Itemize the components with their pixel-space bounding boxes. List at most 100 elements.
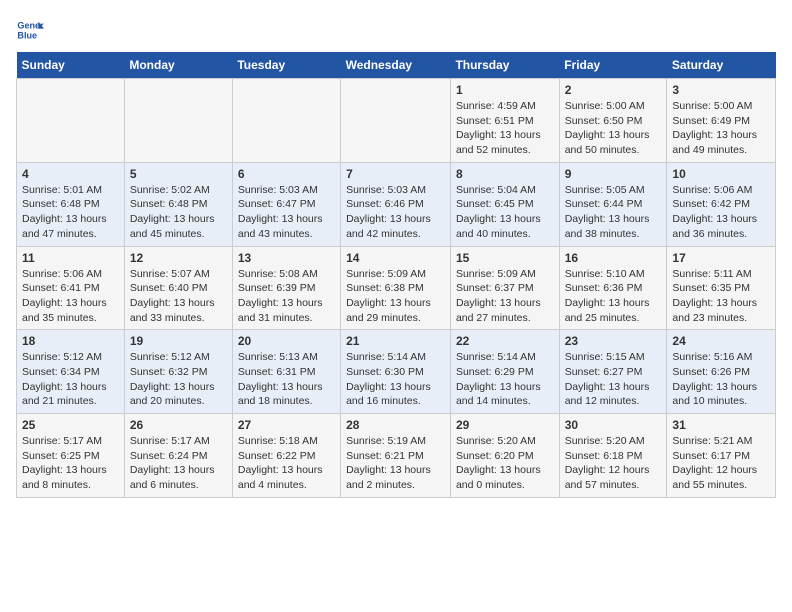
day-info: Sunrise: 5:20 AMSunset: 6:18 PMDaylight:…: [565, 434, 662, 493]
day-info: Sunrise: 5:04 AMSunset: 6:45 PMDaylight:…: [456, 183, 554, 242]
day-number: 31: [672, 418, 770, 432]
day-number: 3: [672, 83, 770, 97]
calendar-cell: 5Sunrise: 5:02 AMSunset: 6:48 PMDaylight…: [124, 162, 232, 246]
header-tuesday: Tuesday: [232, 52, 340, 79]
calendar-cell: 30 Sunrise: 5:20 AMSunset: 6:18 PMDayligh…: [559, 414, 667, 498]
day-number: 26: [130, 418, 227, 432]
day-number: 27: [238, 418, 335, 432]
calendar-cell: 1 Sunrise: 4:59 AMSunset: 6:51 PMDaylight…: [450, 79, 559, 163]
day-info: Sunrise: 5:09 AMSunset: 6:37 PMDaylight:…: [456, 267, 554, 326]
day-number: 20: [238, 334, 335, 348]
svg-text:Blue: Blue: [17, 30, 37, 40]
day-info: Sunrise: 5:08 AMSunset: 6:39 PMDaylight:…: [238, 267, 335, 326]
logo: General Blue: [16, 16, 44, 44]
day-info: Sunrise: 5:17 AMSunset: 6:25 PMDaylight:…: [22, 434, 119, 493]
calendar-cell: [232, 79, 340, 163]
calendar-cell: [17, 79, 125, 163]
calendar-cell: 21Sunrise: 5:14 AMSunset: 6:30 PMDayligh…: [341, 330, 451, 414]
day-info: Sunrise: 5:00 AMSunset: 6:49 PMDaylight:…: [672, 99, 770, 158]
day-info: Sunrise: 5:14 AMSunset: 6:29 PMDaylight:…: [456, 350, 554, 409]
day-info: Sunrise: 5:14 AMSunset: 6:30 PMDaylight:…: [346, 350, 445, 409]
day-number: 12: [130, 251, 227, 265]
day-info: Sunrise: 5:00 AMSunset: 6:50 PMDaylight:…: [565, 99, 662, 158]
calendar-table: SundayMondayTuesdayWednesdayThursdayFrid…: [16, 52, 776, 498]
calendar-cell: [341, 79, 451, 163]
day-info: Sunrise: 5:19 AMSunset: 6:21 PMDaylight:…: [346, 434, 445, 493]
calendar-cell: 14Sunrise: 5:09 AMSunset: 6:38 PMDayligh…: [341, 246, 451, 330]
calendar-cell: 31 Sunrise: 5:21 AMSunset: 6:17 PMDayligh…: [667, 414, 776, 498]
day-info: Sunrise: 5:13 AMSunset: 6:31 PMDaylight:…: [238, 350, 335, 409]
day-number: 28: [346, 418, 445, 432]
calendar-cell: 29Sunrise: 5:20 AMSunset: 6:20 PMDayligh…: [450, 414, 559, 498]
day-info: Sunrise: 5:06 AMSunset: 6:41 PMDaylight:…: [22, 267, 119, 326]
calendar-cell: 27Sunrise: 5:18 AMSunset: 6:22 PMDayligh…: [232, 414, 340, 498]
day-info: Sunrise: 4:59 AMSunset: 6:51 PMDaylight:…: [456, 99, 554, 158]
calendar-cell: 8 Sunrise: 5:04 AMSunset: 6:45 PMDaylight…: [450, 162, 559, 246]
calendar-cell: 7 Sunrise: 5:03 AMSunset: 6:46 PMDaylight…: [341, 162, 451, 246]
header-sunday: Sunday: [17, 52, 125, 79]
calendar-week-row: 18 Sunrise: 5:12 AMSunset: 6:34 PMDayligh…: [17, 330, 776, 414]
day-info: Sunrise: 5:10 AMSunset: 6:36 PMDaylight:…: [565, 267, 662, 326]
day-number: 16: [565, 251, 662, 265]
calendar-cell: 13 Sunrise: 5:08 AMSunset: 6:39 PMDayligh…: [232, 246, 340, 330]
header-wednesday: Wednesday: [341, 52, 451, 79]
day-number: 23: [565, 334, 662, 348]
header-saturday: Saturday: [667, 52, 776, 79]
calendar-cell: 6 Sunrise: 5:03 AMSunset: 6:47 PMDaylight…: [232, 162, 340, 246]
day-number: 17: [672, 251, 770, 265]
calendar-cell: 10 Sunrise: 5:06 AMSunset: 6:42 PMDayligh…: [667, 162, 776, 246]
calendar-cell: 28 Sunrise: 5:19 AMSunset: 6:21 PMDayligh…: [341, 414, 451, 498]
calendar-cell: 17 Sunrise: 5:11 AMSunset: 6:35 PMDayligh…: [667, 246, 776, 330]
day-info: Sunrise: 5:09 AMSunset: 6:38 PMDaylight:…: [346, 267, 445, 326]
calendar-cell: 23 Sunrise: 5:15 AMSunset: 6:27 PMDayligh…: [559, 330, 667, 414]
calendar-cell: [124, 79, 232, 163]
day-number: 13: [238, 251, 335, 265]
day-info: Sunrise: 5:03 AMSunset: 6:46 PMDaylight:…: [346, 183, 445, 242]
calendar-week-row: 4Sunrise: 5:01 AMSunset: 6:48 PMDaylight…: [17, 162, 776, 246]
day-info: Sunrise: 5:16 AMSunset: 6:26 PMDaylight:…: [672, 350, 770, 409]
day-info: Sunrise: 5:20 AMSunset: 6:20 PMDaylight:…: [456, 434, 554, 493]
day-number: 8: [456, 167, 554, 181]
day-number: 1: [456, 83, 554, 97]
day-info: Sunrise: 5:12 AMSunset: 6:32 PMDaylight:…: [130, 350, 227, 409]
calendar-cell: 24 Sunrise: 5:16 AMSunset: 6:26 PMDayligh…: [667, 330, 776, 414]
calendar-cell: 22 Sunrise: 5:14 AMSunset: 6:29 PMDayligh…: [450, 330, 559, 414]
calendar-week-row: 25 Sunrise: 5:17 AMSunset: 6:25 PMDayligh…: [17, 414, 776, 498]
day-number: 2: [565, 83, 662, 97]
day-number: 4: [22, 167, 119, 181]
calendar-cell: 4Sunrise: 5:01 AMSunset: 6:48 PMDaylight…: [17, 162, 125, 246]
calendar-cell: 16 Sunrise: 5:10 AMSunset: 6:36 PMDayligh…: [559, 246, 667, 330]
day-info: Sunrise: 5:03 AMSunset: 6:47 PMDaylight:…: [238, 183, 335, 242]
day-number: 6: [238, 167, 335, 181]
day-info: Sunrise: 5:15 AMSunset: 6:27 PMDaylight:…: [565, 350, 662, 409]
calendar-cell: 2 Sunrise: 5:00 AMSunset: 6:50 PMDaylight…: [559, 79, 667, 163]
header-thursday: Thursday: [450, 52, 559, 79]
day-number: 30: [565, 418, 662, 432]
calendar-header-row: SundayMondayTuesdayWednesdayThursdayFrid…: [17, 52, 776, 79]
header-friday: Friday: [559, 52, 667, 79]
calendar-cell: 3 Sunrise: 5:00 AMSunset: 6:49 PMDaylight…: [667, 79, 776, 163]
calendar-cell: 12 Sunrise: 5:07 AMSunset: 6:40 PMDayligh…: [124, 246, 232, 330]
calendar-week-row: 1 Sunrise: 4:59 AMSunset: 6:51 PMDaylight…: [17, 79, 776, 163]
day-info: Sunrise: 5:12 AMSunset: 6:34 PMDaylight:…: [22, 350, 119, 409]
day-number: 19: [130, 334, 227, 348]
calendar-cell: 15Sunrise: 5:09 AMSunset: 6:37 PMDayligh…: [450, 246, 559, 330]
day-info: Sunrise: 5:17 AMSunset: 6:24 PMDaylight:…: [130, 434, 227, 493]
day-number: 22: [456, 334, 554, 348]
page-header: General Blue: [16, 16, 776, 44]
day-number: 24: [672, 334, 770, 348]
day-number: 11: [22, 251, 119, 265]
calendar-cell: 25 Sunrise: 5:17 AMSunset: 6:25 PMDayligh…: [17, 414, 125, 498]
calendar-cell: 26 Sunrise: 5:17 AMSunset: 6:24 PMDayligh…: [124, 414, 232, 498]
calendar-cell: 18 Sunrise: 5:12 AMSunset: 6:34 PMDayligh…: [17, 330, 125, 414]
day-number: 7: [346, 167, 445, 181]
day-info: Sunrise: 5:07 AMSunset: 6:40 PMDaylight:…: [130, 267, 227, 326]
day-number: 10: [672, 167, 770, 181]
calendar-cell: 11 Sunrise: 5:06 AMSunset: 6:41 PMDayligh…: [17, 246, 125, 330]
day-info: Sunrise: 5:21 AMSunset: 6:17 PMDaylight:…: [672, 434, 770, 493]
day-number: 25: [22, 418, 119, 432]
day-info: Sunrise: 5:06 AMSunset: 6:42 PMDaylight:…: [672, 183, 770, 242]
day-info: Sunrise: 5:11 AMSunset: 6:35 PMDaylight:…: [672, 267, 770, 326]
day-info: Sunrise: 5:02 AMSunset: 6:48 PMDaylight:…: [130, 183, 227, 242]
day-number: 18: [22, 334, 119, 348]
